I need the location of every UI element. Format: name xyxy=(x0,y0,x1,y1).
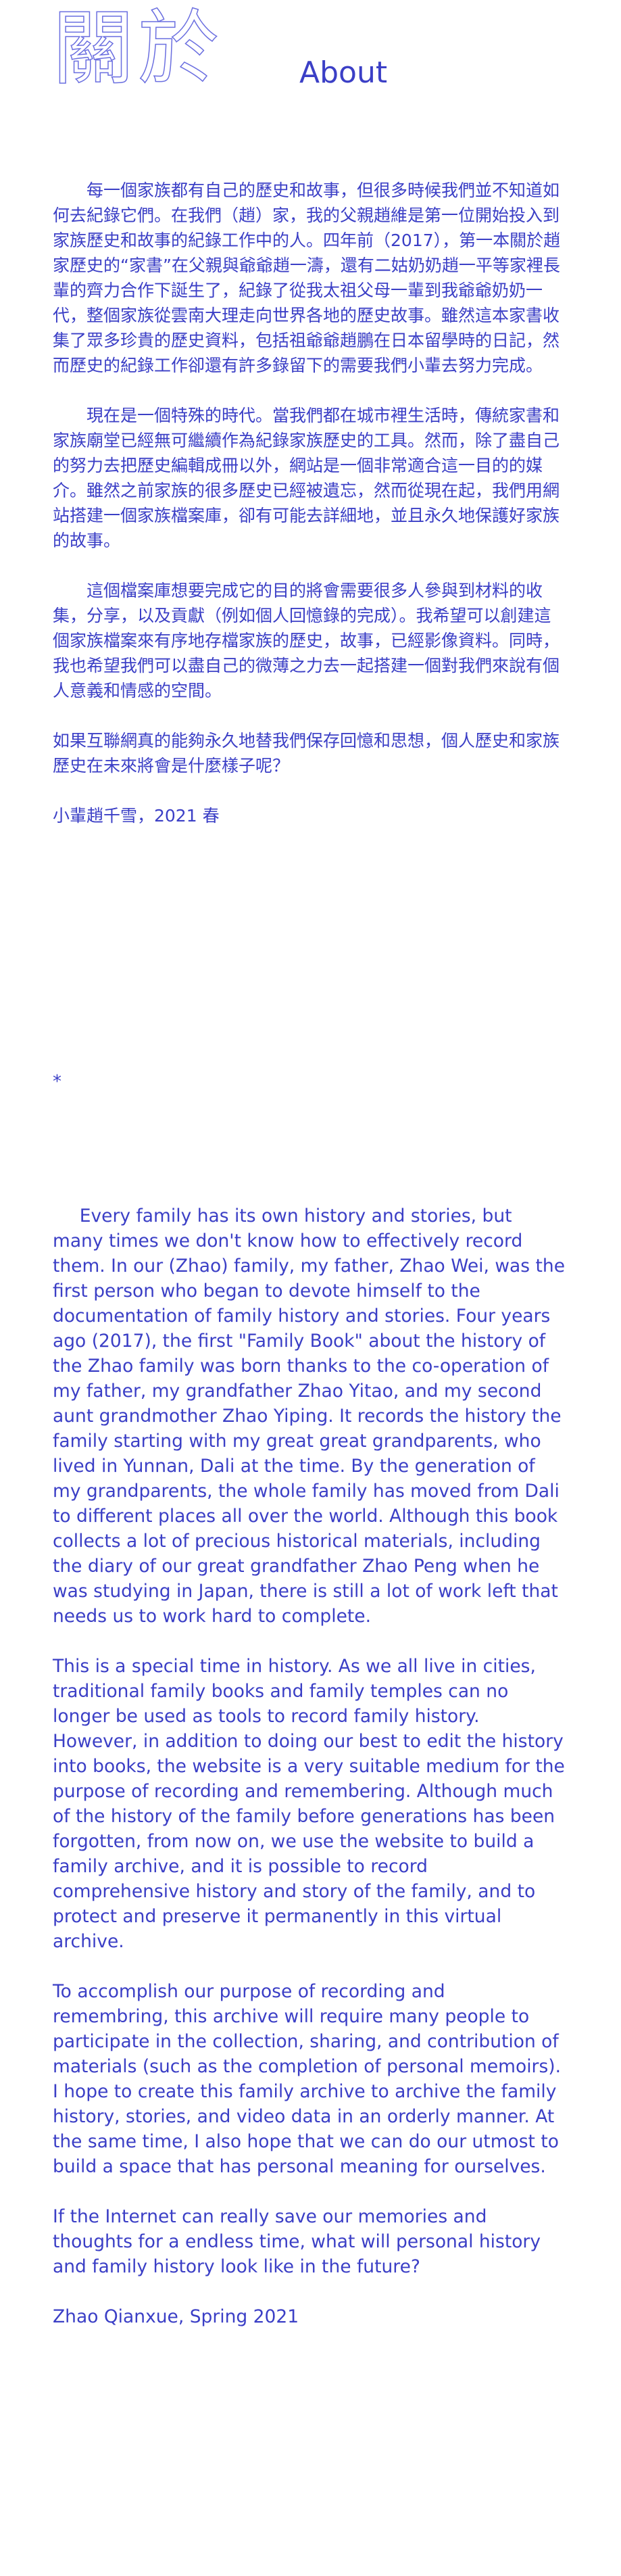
english-text-section: Every family has its own history and sto… xyxy=(53,1203,566,2354)
chinese-signature: 小輩趙千雪，2021 春 xyxy=(53,806,220,826)
section-separator: * xyxy=(53,1072,61,1092)
english-paragraph-4: If the Internet can really save our memo… xyxy=(53,2206,541,2277)
english-paragraph-2: This is a special time in history. As we… xyxy=(53,1656,565,1952)
english-paragraph-3: To accomplish our purpose of recording a… xyxy=(53,1981,562,2177)
chinese-paragraph-2: 現在是一個特殊的時代。當我們都在城市裡生活時，傳統家書和家族廟堂已經無可繼續作為… xyxy=(53,406,560,550)
chinese-text-section: 每一個家族都有自己的歷史和故事，但很多時候我們並不知道如何去紀錄它們。在我們（趙… xyxy=(53,178,566,853)
english-signature: Zhao Qianxue, Spring 2021 xyxy=(53,2306,299,2327)
page-header: 關於 About xyxy=(52,0,580,115)
english-paragraph-1: Every family has its own history and sto… xyxy=(53,1206,565,1627)
chinese-paragraph-3: 這個檔案庫想要完成它的目的將會需要很多人參與到材料的收集，分享，以及貢獻（例如個… xyxy=(53,581,560,700)
page-title-english: About xyxy=(299,55,388,90)
page-title-chinese: 關於 xyxy=(52,2,223,96)
chinese-paragraph-4: 如果互聯網真的能夠永久地替我們保存回憶和思想，個人歷史和家族歷史在未來將會是什麼… xyxy=(53,731,560,776)
chinese-paragraph-1: 每一個家族都有自己的歷史和故事，但很多時候我們並不知道如何去紀錄它們。在我們（趙… xyxy=(53,181,561,375)
